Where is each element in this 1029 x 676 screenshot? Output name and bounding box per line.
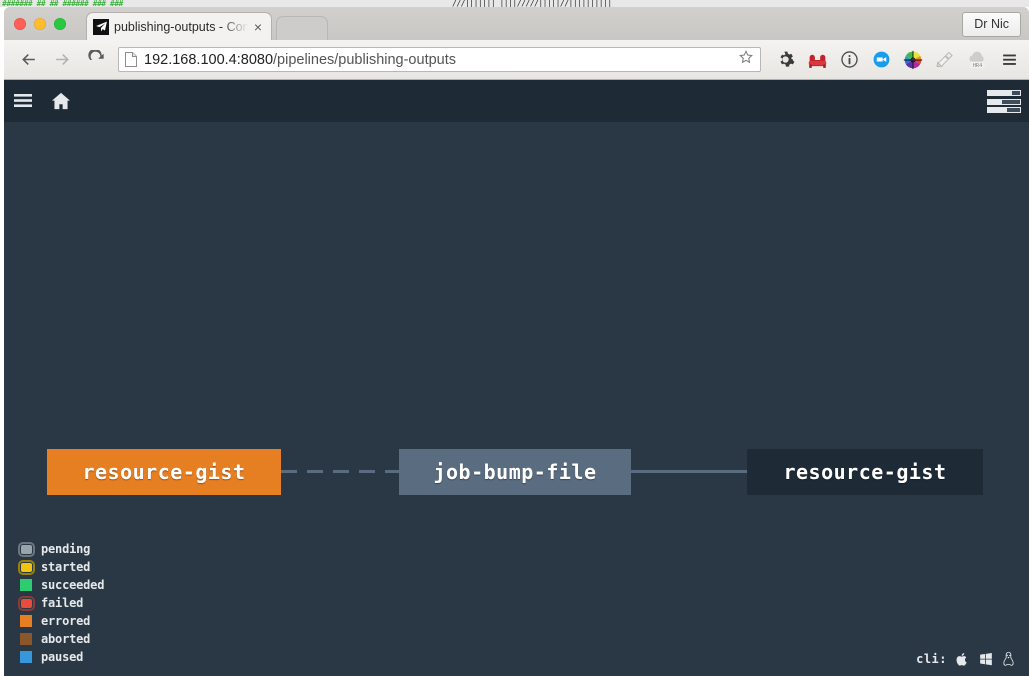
background-terminal-green-text: ####### ## ## ###### ### ### (2, 0, 123, 7)
legend-swatch-succeeded (16, 577, 36, 593)
maximize-window-button[interactable] (54, 18, 66, 30)
pipeline-node-resource-gist-output[interactable]: resource-gist (747, 449, 983, 495)
bookmark-star-icon[interactable] (738, 49, 754, 70)
legend-item-errored: errored (16, 613, 104, 629)
pipeline-groups-bar (987, 107, 1021, 113)
pipeline-groups-bar (987, 98, 1021, 105)
legend-label: started (41, 560, 91, 574)
legend-item-pending: pending (16, 541, 104, 557)
pipeline-node-label: resource-gist (783, 460, 947, 484)
legend-item-aborted: aborted (16, 631, 104, 647)
concourse-plane-icon (93, 18, 109, 35)
browser-window: publishing-outputs - Concourse × Dr Nic (4, 7, 1029, 676)
cli-label: cli: (916, 652, 947, 666)
linux-tux-icon[interactable] (1001, 651, 1016, 667)
gear-icon[interactable] (769, 45, 801, 75)
concourse-pipeline-page: resource-gist job-bump-file resource-gis… (4, 80, 1029, 676)
legend-swatch-aborted (16, 631, 36, 647)
page-document-icon (125, 52, 137, 67)
status-legend: pending started succeeded failed errored… (16, 541, 104, 665)
new-tab-button[interactable] (276, 16, 328, 40)
legend-swatch-failed (16, 595, 36, 611)
extension-icons: HR4 (769, 45, 1029, 75)
close-window-button[interactable] (14, 18, 26, 30)
pipeline-node-label: job-bump-file (433, 460, 597, 484)
address-bar[interactable]: 192.168.100.4:8080/pipelines/publishing-… (118, 47, 761, 72)
profile-button[interactable]: Dr Nic (962, 12, 1021, 37)
tab-strip: publishing-outputs - Concourse × Dr Nic (4, 7, 1029, 40)
browser-tab-title: publishing-outputs - Concourse (114, 19, 251, 34)
pipeline-graph: resource-gist job-bump-file resource-gis… (4, 122, 1029, 676)
pipeline-edge-solid (631, 470, 751, 473)
paintbrush-icon[interactable] (929, 45, 961, 75)
legend-item-succeeded: succeeded (16, 577, 104, 593)
chrome-menu-icon[interactable] (993, 45, 1025, 75)
legend-swatch-started (16, 559, 36, 575)
address-bar-host: 192.168.100.4:8080 (144, 51, 274, 68)
minimize-window-button[interactable] (34, 18, 46, 30)
cli-downloads: cli: (916, 651, 1016, 667)
legend-label: failed (41, 596, 84, 610)
legend-swatch-paused (16, 649, 36, 665)
legend-item-paused: paused (16, 649, 104, 665)
address-bar-url: 192.168.100.4:8080/pipelines/publishing-… (144, 52, 734, 68)
cloud-hr4-icon[interactable]: HR4 (961, 45, 993, 75)
pipeline-edge-dashed (281, 470, 403, 473)
sidebar-toggle-icon[interactable] (4, 80, 42, 122)
legend-item-started: started (16, 559, 104, 575)
window-traffic-lights (14, 18, 66, 30)
apple-icon[interactable] (955, 651, 970, 667)
color-wheel-icon[interactable] (897, 45, 929, 75)
pipeline-groups-icon[interactable] (987, 90, 1021, 113)
legend-label: pending (41, 542, 91, 556)
tab-close-icon[interactable]: × (251, 20, 265, 34)
pipeline-groups-bar (987, 90, 1021, 96)
legend-swatch-pending (16, 541, 36, 557)
legend-swatch-errored (16, 613, 36, 629)
browser-toolbar: 192.168.100.4:8080/pipelines/publishing-… (4, 40, 1029, 80)
info-circle-icon[interactable] (833, 45, 865, 75)
back-button[interactable] (14, 45, 43, 74)
home-icon[interactable] (42, 80, 80, 122)
legend-label: aborted (41, 632, 91, 646)
forward-button[interactable] (48, 45, 77, 74)
pipeline-node-job-bump-file[interactable]: job-bump-file (399, 449, 631, 495)
windows-icon[interactable] (978, 651, 993, 667)
svg-text:HR4: HR4 (972, 63, 982, 69)
pocket-couch-icon[interactable] (801, 45, 833, 75)
legend-label: errored (41, 614, 91, 628)
background-terminal-dark-text: ///||||||| ||||/////|||||//|||||||||| (452, 0, 612, 7)
address-bar-path: /pipelines/publishing-outputs (273, 51, 457, 68)
legend-label: paused (41, 650, 84, 664)
video-camera-icon[interactable] (865, 45, 897, 75)
browser-tab-active[interactable]: publishing-outputs - Concourse × (86, 12, 272, 40)
legend-label: succeeded (41, 578, 105, 592)
concourse-topbar (4, 80, 1029, 122)
reload-button[interactable] (82, 45, 111, 74)
pipeline-node-resource-gist-input[interactable]: resource-gist (47, 449, 281, 495)
pipeline-node-label: resource-gist (82, 460, 246, 484)
legend-item-failed: failed (16, 595, 104, 611)
background-terminal-window: ####### ## ## ###### ### ### ///||||||| … (0, 0, 1029, 7)
